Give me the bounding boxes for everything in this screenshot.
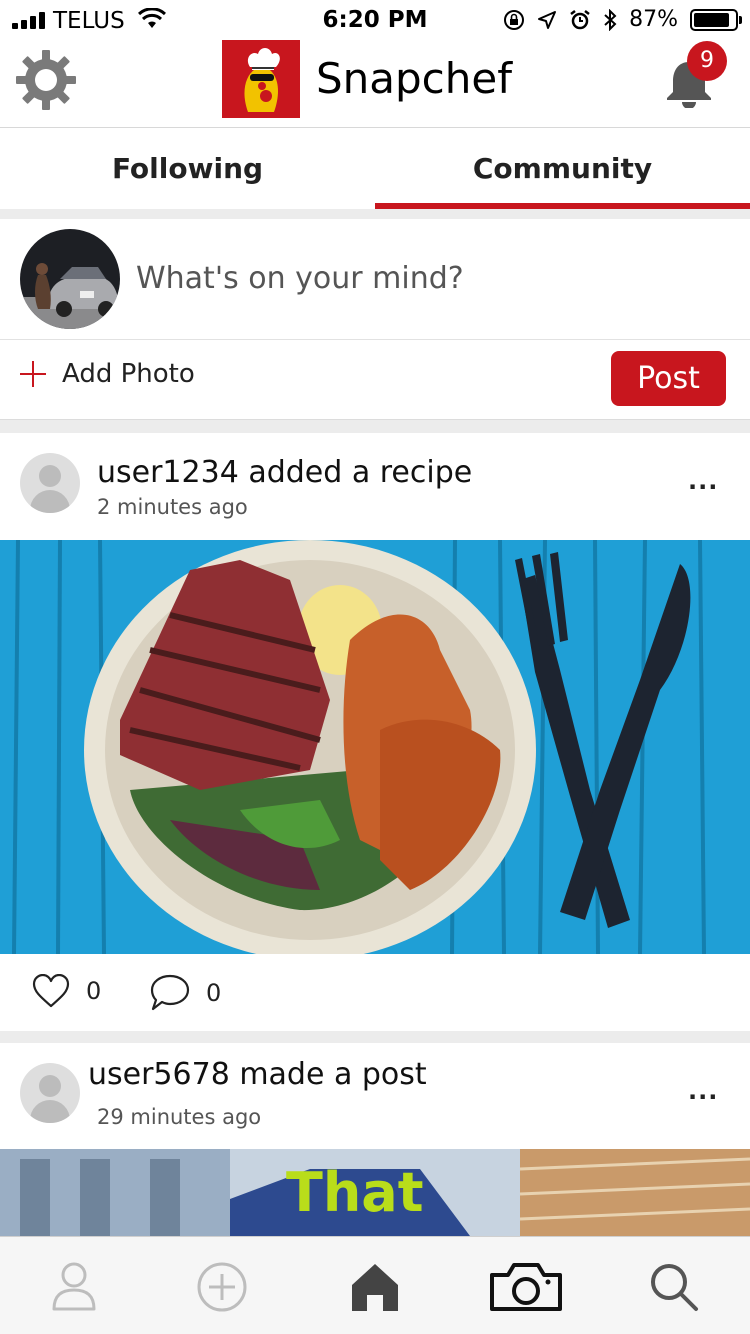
add-icon[interactable] [194,1259,250,1315]
home-icon[interactable] [347,1259,403,1315]
location-icon [538,10,557,29]
feed-tabs: Following Community [0,129,750,209]
comment-count: 0 [206,979,222,1007]
post-title: user5678 made a post [88,1057,427,1092]
post-timestamp: 29 minutes ago [97,1105,262,1129]
post-input[interactable] [136,253,716,303]
post-composer: Add Photo Post [0,219,750,419]
comment-icon [150,974,190,1011]
composer-divider [0,339,750,340]
post-actions: 0 0 [0,954,750,1031]
like-button[interactable]: 0 [32,974,101,1008]
feed-post: user5678 made a post 29 minutes ago ... … [0,1043,750,1236]
orientation-lock-icon [504,9,525,30]
app-header: Snapchef 9 [0,40,750,128]
user-avatar[interactable] [20,1063,80,1123]
status-bar: TELUS 6:20 PM 87% [0,0,750,40]
more-options-button[interactable]: ... [688,467,718,495]
alarm-icon [570,9,590,29]
app-title: Snapchef [316,54,513,103]
post-button[interactable]: Post [611,351,726,406]
post-title: user1234 added a recipe [97,455,473,490]
camera-icon[interactable] [488,1259,564,1315]
search-icon[interactable] [646,1259,702,1315]
add-photo-label: Add Photo [62,359,195,389]
plus-icon [18,359,48,389]
heart-icon [32,974,70,1008]
tab-following[interactable]: Following [0,129,375,209]
tab-community[interactable]: Community [375,129,750,209]
chef-logo [222,40,300,118]
feed-post: user1234 added a recipe 2 minutes ago ..… [0,433,750,1031]
battery-icon [690,8,742,31]
steak-bowl-photo[interactable] [0,540,750,954]
avatar[interactable] [20,229,120,329]
meme-photo[interactable]: That [0,1149,750,1236]
meme-caption: That [286,1161,424,1224]
post-timestamp: 2 minutes ago [97,495,248,519]
like-count: 0 [86,977,102,1005]
section-divider [0,209,750,219]
more-options-button[interactable]: ... [688,1077,718,1105]
gear-icon[interactable] [14,48,78,112]
user-avatar[interactable] [20,453,80,513]
comment-button[interactable]: 0 [150,974,221,1012]
bluetooth-icon [604,8,617,31]
bottom-nav [0,1236,750,1334]
section-divider [0,1031,750,1043]
add-photo-button[interactable]: Add Photo [18,359,195,389]
section-divider [0,419,750,433]
profile-icon[interactable] [46,1259,102,1315]
notification-badge: 9 [687,41,727,81]
battery-percent: 87% [629,7,678,32]
